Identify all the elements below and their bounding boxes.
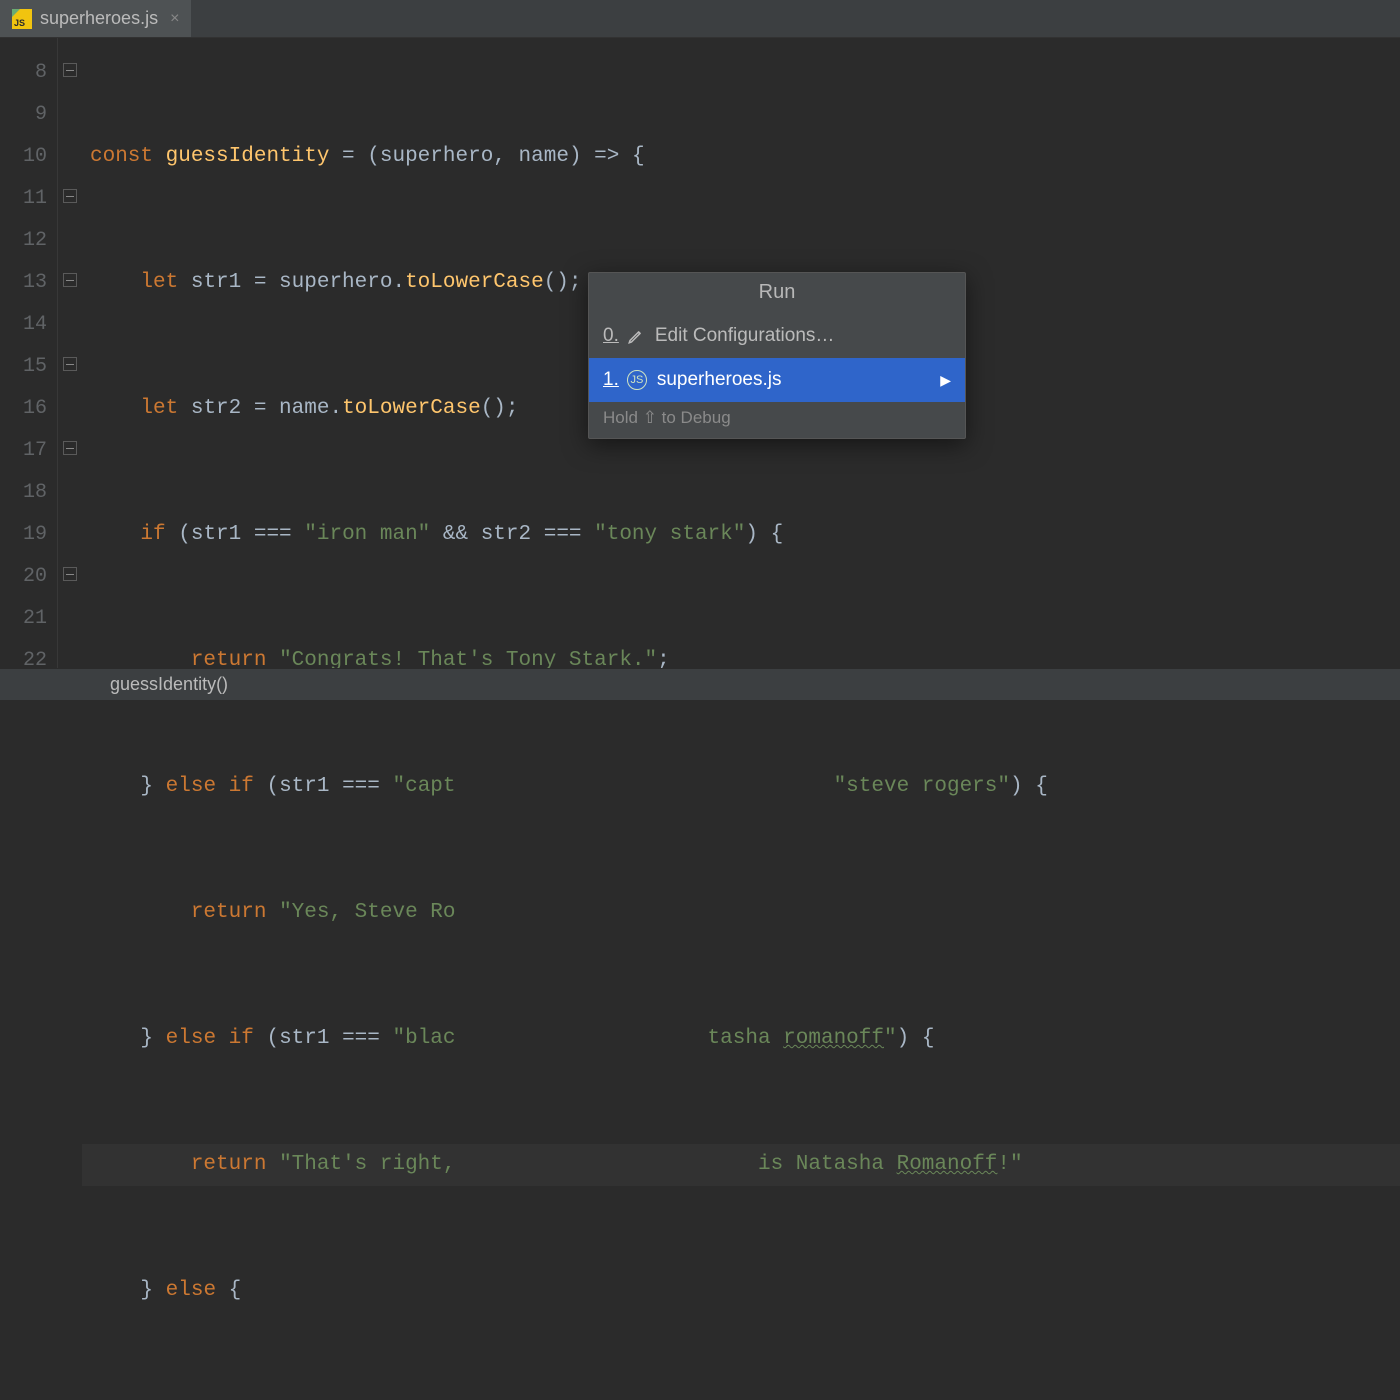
nodejs-icon: JS [627, 370, 647, 390]
run-popup: Run 0. Edit Configurations… 1. JS superh… [588, 272, 966, 439]
fold-mark[interactable] [58, 262, 82, 304]
code-line[interactable]: } else if (str1 === "blac tasha romanoff… [82, 1018, 1400, 1060]
tab-filename: superheroes.js [40, 8, 158, 29]
code-line-current[interactable]: return "That's right, is Natasha Romanof… [82, 1144, 1400, 1186]
line-number: 20 [0, 556, 47, 598]
js-file-icon: JS [12, 9, 32, 29]
line-number: 10 [0, 136, 47, 178]
breadcrumb-item[interactable]: guessIdentity() [110, 674, 228, 695]
fold-mark[interactable] [58, 52, 82, 94]
item-number: 1. [603, 369, 619, 391]
code-line[interactable]: if (str1 === "iron man" && str2 === "ton… [82, 514, 1400, 556]
chevron-right-icon: ▶ [940, 372, 951, 389]
line-number: 17 [0, 430, 47, 472]
file-tab[interactable]: JS superheroes.js × [0, 0, 191, 37]
code-line[interactable]: } else if (str1 === "capt "steve rogers"… [82, 766, 1400, 808]
fold-mark[interactable] [58, 346, 82, 388]
fold-mark[interactable] [58, 178, 82, 220]
line-number: 18 [0, 472, 47, 514]
line-number: 8 [0, 52, 47, 94]
line-number: 9 [0, 94, 47, 136]
popup-title: Run [589, 273, 965, 314]
pencil-icon [627, 327, 645, 345]
fold-gutter [58, 38, 82, 668]
item-label: superheroes.js [657, 369, 930, 391]
line-number: 15 [0, 346, 47, 388]
line-number: 13 [0, 262, 47, 304]
line-number: 19 [0, 514, 47, 556]
line-number-gutter: 8 9 10 11 12 13 14 15 16 17 18 19 20 21 … [0, 38, 58, 668]
popup-hint: Hold ⇧ to Debug [589, 402, 965, 438]
line-number: 12 [0, 220, 47, 262]
code-line[interactable]: return "You need to watch more Marvel mo… [82, 1396, 1400, 1400]
fold-mark[interactable] [58, 556, 82, 598]
breadcrumb[interactable]: guessIdentity() [0, 668, 1400, 700]
edit-configurations-item[interactable]: 0. Edit Configurations… [589, 314, 965, 358]
run-configuration-item[interactable]: 1. JS superheroes.js ▶ [589, 358, 965, 402]
code-line[interactable]: return "Yes, Steve Ro [82, 892, 1400, 934]
code-line[interactable]: } else { [82, 1270, 1400, 1312]
item-number: 0. [603, 325, 619, 347]
close-icon[interactable]: × [170, 10, 179, 28]
line-number: 21 [0, 598, 47, 640]
tab-bar: JS superheroes.js × [0, 0, 1400, 38]
line-number: 14 [0, 304, 47, 346]
code-line[interactable]: const guessIdentity = (superhero, name) … [82, 136, 1400, 178]
line-number: 11 [0, 178, 47, 220]
fold-mark[interactable] [58, 430, 82, 472]
line-number: 16 [0, 388, 47, 430]
item-label: Edit Configurations… [655, 325, 951, 347]
